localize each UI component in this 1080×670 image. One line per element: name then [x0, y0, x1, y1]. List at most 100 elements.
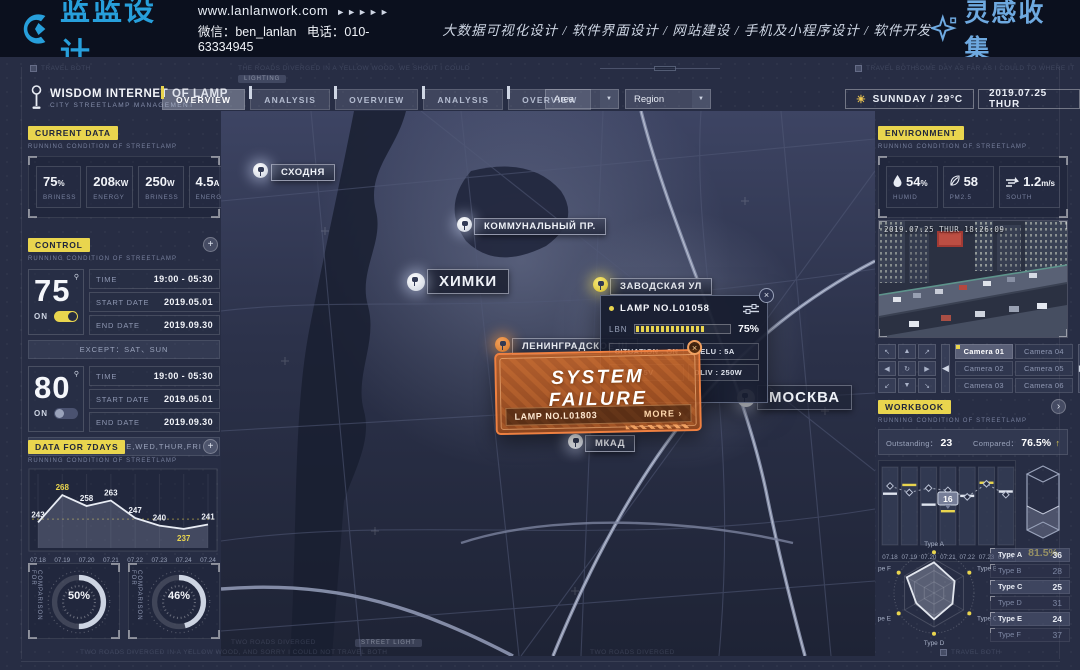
camera-timestamp: 2019.07.25 THUR 18:26:09 [884, 225, 1004, 234]
comparison-gauge-1: COMPARISON FOR 50% [28, 563, 120, 639]
svg-text:Type D: Type D [924, 640, 945, 647]
site-header: 蓝蓝设计 www.lanlanwork.com►►►►► 微信：ben_lanl… [0, 0, 1080, 57]
reset-view-button[interactable]: ↻ [898, 361, 916, 376]
pan-left-button[interactable]: ◀ [878, 361, 896, 376]
camera-feed[interactable]: 2019.07.25 THUR 18:26:09 [878, 220, 1068, 338]
collect-logo[interactable]: 灵感收集 [931, 0, 1062, 65]
type-row-c[interactable]: Type C25 [990, 580, 1070, 594]
weather-text: SUNNDAY / 29°C [873, 94, 963, 105]
date-text: 2019.07.25 THUR [989, 88, 1069, 110]
svg-text:247: 247 [128, 506, 142, 515]
toolbar: WISDOM INTERNET OF LAMP CITY STREETLAMP … [0, 87, 1080, 113]
pan-down-right-button[interactable]: ↘ [918, 378, 936, 393]
area-select[interactable]: Area▼ [545, 89, 619, 109]
lamp-marker[interactable] [568, 434, 583, 449]
schedule-row-time: TIME19:00 - 05:30 [89, 269, 220, 289]
type-row-b[interactable]: Type B28 [990, 564, 1070, 578]
pan-up-left-button[interactable]: ↖ [878, 344, 896, 359]
tab-analysis-1[interactable]: ANALYSIS [250, 89, 330, 110]
lamp-marker[interactable] [253, 163, 268, 178]
camera-prev-button[interactable]: ◀ [941, 344, 950, 393]
brand-logo-icon [16, 8, 54, 50]
panel-title-chip: CURRENT DATA [28, 126, 118, 140]
lamp-marker[interactable] [407, 273, 425, 291]
lamp-mini-icon: ⚲ [74, 273, 79, 281]
lamp-marker-alert[interactable] [593, 277, 608, 292]
panel-subtitle: RUNNING CONDITION OF STREETLAMP [28, 144, 220, 150]
map-label-mkad[interactable]: МКАД [585, 435, 635, 452]
svg-text:243: 243 [31, 510, 45, 519]
expand-chart-button[interactable]: + [203, 439, 218, 454]
camera-scene [879, 221, 1067, 337]
decor-text-2: SOME DAY AS FAR AS I COULD TO WHERE IT [915, 65, 1075, 72]
camera-05-button[interactable]: Camera 05 [1015, 361, 1073, 376]
pan-down-button[interactable]: ▼ [898, 378, 916, 393]
gauge-label: COMPARISON FOR [30, 570, 42, 638]
svg-text:268: 268 [56, 483, 70, 492]
lamp-marker-failure[interactable] [495, 337, 510, 352]
camera-list: Camera 01 Camera 04 Camera 02 Camera 05 … [955, 344, 1073, 393]
decor-checkbox-right: TRAVEL BOTH [855, 65, 916, 72]
gauge-value: 46% [145, 590, 213, 602]
pan-right-button[interactable]: ▶ [918, 361, 936, 376]
map-label-moskva[interactable]: МОСКВА [757, 385, 852, 410]
map-label-khimki[interactable]: ХИМКИ [427, 269, 509, 294]
camera-02-button[interactable]: Camera 02 [955, 361, 1013, 376]
droplet-icon [893, 175, 902, 187]
camera-06-button[interactable]: Camera 06 [1015, 378, 1073, 393]
cube-gauge [1021, 460, 1065, 544]
map-label-skhodnya[interactable]: СХОДНЯ [271, 164, 335, 181]
lbn-percent: 75% [738, 323, 759, 335]
power-toggle[interactable] [54, 311, 78, 322]
svg-text:241: 241 [201, 513, 215, 522]
workbook-more-button[interactable]: › [1051, 399, 1066, 414]
panel-subtitle: RUNNING CONDITION OF STREETLAMP [878, 144, 1068, 150]
lamp-id-title: LAMP NO.L01058 [620, 303, 743, 314]
website-link[interactable]: www.lanlanwork.com [198, 3, 328, 18]
gauge-label: COMPARISON FOR [130, 570, 142, 638]
outstanding-label: Outstanding： [886, 439, 938, 448]
map-label-zavodskaya[interactable]: ЗАВОДСКАЯ УЛ [610, 278, 712, 295]
outstanding-value: 23 [941, 437, 953, 449]
power-state-label: ON [34, 312, 48, 321]
svg-text:Type A: Type A [924, 541, 945, 548]
add-control-button[interactable]: + [203, 237, 218, 252]
sliders-icon[interactable] [743, 304, 759, 314]
power-toggle[interactable] [54, 408, 78, 419]
camera-03-button[interactable]: Camera 03 [955, 378, 1013, 393]
type-row-d[interactable]: Type D31 [990, 596, 1070, 610]
decor-text-1: THE ROADS DIVERGED IN A YELLOW WOOD. WE … [238, 65, 470, 72]
workbook-stats: Outstanding：23 Compared：76.5% ↑ [878, 429, 1068, 455]
pan-up-button[interactable]: ▲ [898, 344, 916, 359]
close-icon[interactable]: × [687, 340, 702, 355]
type-row-f[interactable]: Type F37 [990, 628, 1070, 642]
camera-04-button[interactable]: Camera 04 [1015, 344, 1073, 359]
schedule-row-end: END DATE2019.09.30 [89, 315, 220, 335]
up-arrow-icon: ↑ [1056, 438, 1061, 448]
pan-up-right-button[interactable]: ↗ [918, 344, 936, 359]
svg-text:Type E: Type E [878, 615, 892, 622]
week-chart-panel: DATA FOR 7DAYS + RUNNING CONDITION OF ST… [28, 437, 220, 571]
alert-lamp-id: LAMP NO.L01803 [514, 410, 597, 422]
more-button[interactable]: MORE › [644, 408, 683, 419]
lbn-label: LBN [609, 325, 628, 334]
env-tile-pm25: 58 PM2.5 [943, 166, 995, 208]
type-row-a[interactable]: Type A36 [990, 548, 1070, 562]
pan-down-left-button[interactable]: ↙ [878, 378, 896, 393]
type-row-e[interactable]: Type E24 [990, 612, 1070, 626]
tab-overview-2[interactable]: OVERVIEW [335, 89, 418, 110]
tab-analysis-2[interactable]: ANALYSIS [423, 89, 503, 110]
type-radar-chart: Type AType BType CType DType EType F [878, 541, 996, 651]
map-label-kommunalny[interactable]: КОММУНАЛЬНЫЙ ПР. [474, 218, 606, 235]
camera-01-button[interactable]: Camera 01 [955, 344, 1013, 359]
caret-down-icon: ▼ [600, 90, 618, 108]
tab-overview-1[interactable]: OVERVIEW [162, 89, 245, 110]
city-map[interactable]: СХОДНЯ КОММУНАЛЬНЫЙ ПР. ХИМКИ ЗАВОДСКАЯ … [221, 111, 875, 656]
panel-subtitle: RUNNING CONDITION OF STREETLAMP [28, 256, 220, 262]
schedule-row-end: END DATE2019.09.30 [89, 412, 220, 432]
region-select[interactable]: Region▼ [625, 89, 711, 109]
close-icon[interactable]: × [759, 288, 774, 303]
sparkle-star-icon [931, 14, 958, 44]
panel-title-chip: DATA FOR 7DAYS [28, 440, 125, 454]
lamp-marker[interactable] [457, 217, 472, 232]
